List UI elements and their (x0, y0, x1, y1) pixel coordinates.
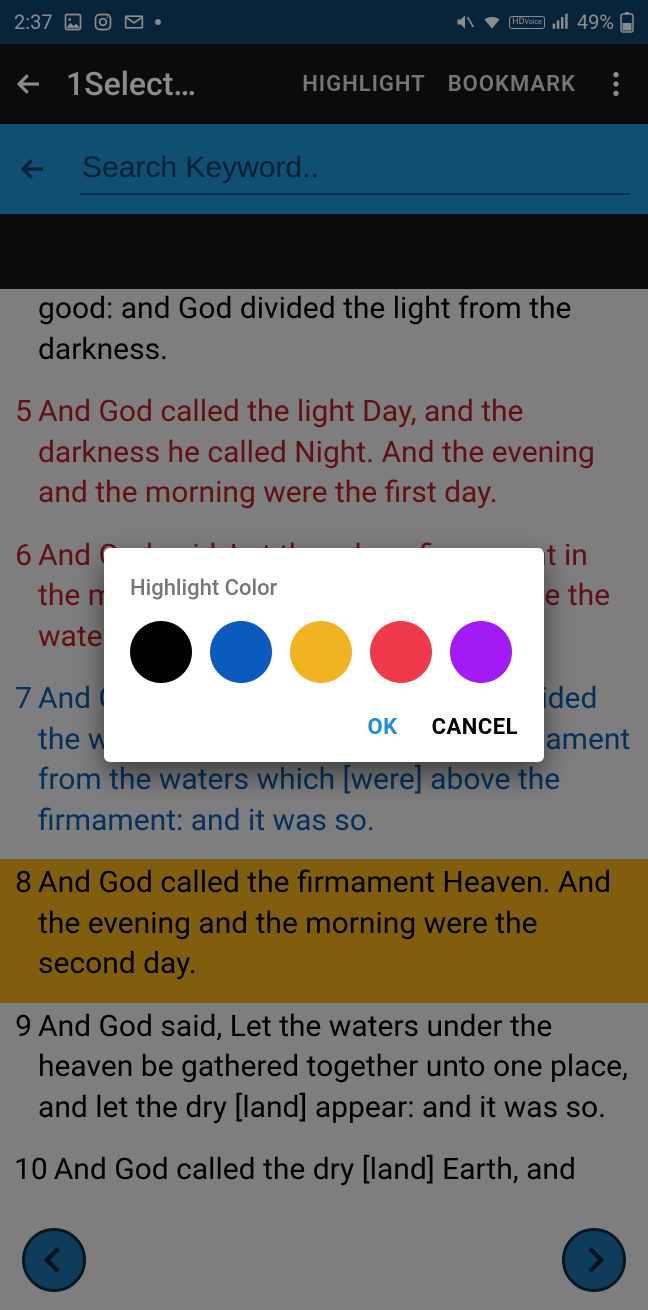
dialog-title: Highlight Color (130, 576, 518, 601)
highlight-dialog: Highlight Color OK CANCEL (104, 548, 544, 762)
swatch-yellow[interactable] (290, 621, 352, 683)
swatch-black[interactable] (130, 621, 192, 683)
swatch-row (130, 621, 518, 683)
swatch-blue[interactable] (210, 621, 272, 683)
cancel-button[interactable]: CANCEL (432, 715, 518, 740)
swatch-purple[interactable] (450, 621, 512, 683)
swatch-red[interactable] (370, 621, 432, 683)
ok-button[interactable]: OK (367, 715, 397, 740)
